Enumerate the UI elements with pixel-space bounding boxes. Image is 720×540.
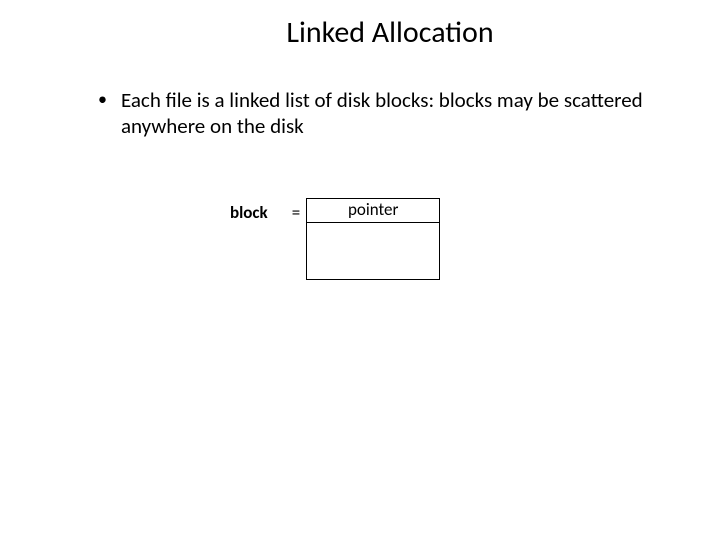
bullet-marker: • (98, 87, 107, 112)
bullet-text: Each file is a linked list of disk block… (121, 87, 660, 140)
block-box: pointer (306, 198, 440, 280)
block-diagram: block = pointer (230, 198, 440, 280)
pointer-row: pointer (307, 199, 439, 223)
bullet-list: • Each file is a linked list of disk blo… (0, 87, 720, 140)
block-label: block (230, 198, 268, 223)
slide-title: Linked Allocation (0, 0, 720, 51)
equals-sign: = (292, 198, 300, 223)
bullet-item: • Each file is a linked list of disk blo… (98, 87, 660, 140)
